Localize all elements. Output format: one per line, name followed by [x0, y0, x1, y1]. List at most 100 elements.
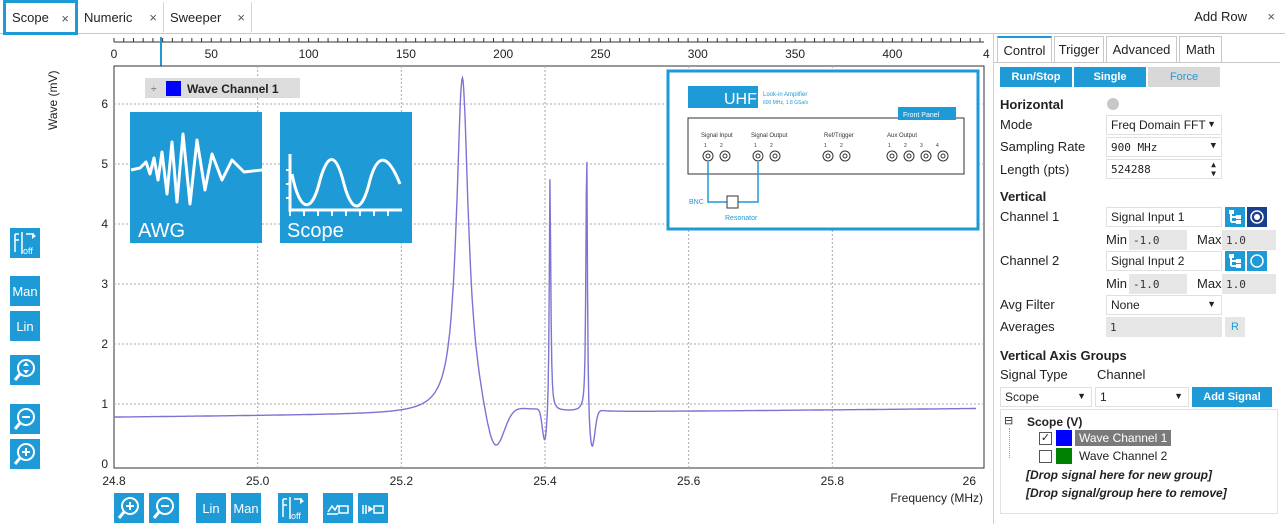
ruler-tick-label: 150	[396, 47, 416, 61]
svg-text:3: 3	[920, 143, 923, 149]
averages-label: Averages	[1000, 319, 1055, 334]
length-value: 524288	[1111, 162, 1151, 176]
lin-scale-button[interactable]: Lin	[10, 311, 40, 341]
ruler-tick-label: 350	[785, 47, 805, 61]
chevron-down-icon: ▼	[1207, 119, 1216, 129]
x-lin-scale-button[interactable]: Lin	[196, 493, 226, 523]
drop-new-group-target[interactable]: [Drop signal here for new group]	[1026, 468, 1212, 482]
avg-filter-select[interactable]: None ▼	[1106, 295, 1222, 315]
wave-channel-2-checkbox[interactable]	[1039, 450, 1052, 463]
channel-label: Channel	[1097, 367, 1146, 382]
tab-trigger[interactable]: Trigger	[1054, 36, 1104, 62]
tree-group-scope[interactable]: Scope (V)	[1027, 415, 1082, 429]
chevron-down-icon: ▼	[1077, 391, 1086, 401]
legend[interactable]: ÷ Wave Channel 1	[145, 78, 300, 98]
channel-1-tree-button[interactable]	[1225, 207, 1245, 227]
channel-2-tree-button[interactable]	[1225, 251, 1245, 271]
length-stepper[interactable]: 524288 ▲ ▼	[1106, 159, 1222, 179]
zoom-out-button[interactable]	[10, 404, 40, 434]
averages-field[interactable]: 1	[1106, 317, 1222, 337]
man-label: Man	[233, 500, 259, 516]
resonator-box	[726, 195, 739, 209]
export-plot-button[interactable]	[323, 493, 353, 523]
mode-label: Mode	[1000, 117, 1033, 132]
tab-advanced-label: Advanced	[1112, 42, 1171, 57]
y-tick-label: 1	[101, 397, 108, 411]
length-label: Length (pts)	[1000, 162, 1070, 177]
channel-2-value: Signal Input 2	[1111, 254, 1185, 268]
tab-math-label: Math	[1186, 42, 1215, 57]
tab-control[interactable]: Control	[997, 36, 1052, 62]
tab-numeric[interactable]: Numeric ×	[78, 2, 164, 32]
tab-scope[interactable]: Scope ×	[3, 0, 78, 35]
sample-ruler: 0 50 100 150 200 250 300 350 400 45	[111, 38, 990, 61]
radio-on-icon	[1250, 210, 1264, 224]
channel-select[interactable]: 1 ▼	[1095, 387, 1189, 407]
trigger-off-button[interactable]: off	[10, 228, 40, 258]
x-tick-label: 25.8	[821, 474, 845, 488]
averages-reset-button[interactable]: R	[1225, 317, 1245, 337]
tree-item-wave-channel-1[interactable]: Wave Channel 1	[1075, 430, 1172, 446]
svg-text:1: 1	[704, 143, 707, 149]
channel-2-min-field[interactable]: -1.0	[1129, 274, 1187, 294]
channel-2-select[interactable]: Signal Input 2	[1106, 251, 1222, 271]
wave-channel-1-checkbox[interactable]: ✓	[1039, 432, 1052, 445]
channel-2-max-field[interactable]: 1.0	[1222, 274, 1276, 294]
export-data-button[interactable]	[358, 493, 388, 523]
tree-item-wave-channel-2[interactable]: Wave Channel 2	[1079, 449, 1167, 463]
channel-2-enable-radio[interactable]	[1247, 251, 1267, 271]
x-tick-label: 25.2	[390, 474, 414, 488]
x-tick-label: 25.0	[246, 474, 270, 488]
x-zoom-out-button[interactable]	[149, 493, 179, 523]
avg-filter-value: None	[1111, 298, 1140, 312]
single-button[interactable]: Single	[1074, 67, 1146, 87]
force-button[interactable]: Force	[1148, 67, 1220, 87]
run-stop-button[interactable]: Run/Stop	[1000, 67, 1072, 87]
wave-channel-2-color	[1056, 448, 1072, 464]
ruler-tick-label: 50	[205, 47, 219, 61]
mode-select[interactable]: Freq Domain FFT ▼	[1106, 115, 1222, 135]
zoom-fit-icon	[13, 359, 35, 381]
scope-plot[interactable]: 05010015020025030035040045 0123456 24.82…	[0, 34, 990, 528]
add-signal-button[interactable]: Add Signal	[1192, 387, 1272, 407]
close-icon[interactable]: ×	[149, 10, 157, 25]
avg-filter-label: Avg Filter	[1000, 297, 1055, 312]
resonator-label: Resonator	[725, 215, 758, 222]
close-icon[interactable]: ×	[237, 10, 245, 25]
tab-sweeper[interactable]: Sweeper ×	[164, 2, 252, 32]
channel-1-min-field[interactable]: -1.0	[1129, 230, 1187, 250]
sampling-rate-select[interactable]: 900 MHz ▼	[1106, 137, 1222, 157]
run-stop-label: Run/Stop	[1011, 71, 1061, 83]
channel-1-value: Signal Input 1	[1111, 210, 1185, 224]
add-row-button[interactable]: Add Row	[1194, 9, 1247, 24]
force-label: Force	[1169, 71, 1199, 83]
man-scale-button[interactable]: Man	[10, 276, 40, 306]
status-led	[1107, 98, 1119, 110]
ruler-tick-label: 45	[983, 47, 990, 61]
channel-1-select[interactable]: Signal Input 1	[1106, 207, 1222, 227]
awg-tile: AWG	[130, 112, 263, 243]
drop-remove-target[interactable]: [Drop signal/group here to remove]	[1026, 486, 1227, 500]
tab-advanced[interactable]: Advanced	[1106, 36, 1177, 62]
signal-type-value: Scope	[1005, 390, 1040, 404]
channel-1-enable-radio[interactable]	[1247, 207, 1267, 227]
svg-text:1: 1	[754, 143, 757, 149]
tab-math[interactable]: Math	[1179, 36, 1222, 62]
ruler-tick-label: 400	[882, 47, 902, 61]
close-icon[interactable]: ×	[1267, 9, 1275, 24]
min-label: Min	[1106, 276, 1127, 291]
signal-type-select[interactable]: Scope ▼	[1000, 387, 1092, 407]
svg-text:÷: ÷	[151, 84, 157, 95]
channel-1-max-field[interactable]: 1.0	[1222, 230, 1276, 250]
horizontal-header: Horizontal	[1000, 97, 1064, 112]
close-icon[interactable]: ×	[61, 11, 69, 26]
sampling-rate-value: 900 MHz	[1111, 140, 1158, 154]
x-grid-off-button[interactable]: off	[278, 493, 308, 523]
zoom-in-button[interactable]	[10, 439, 40, 469]
aux-output-label: Aux Output	[887, 133, 917, 139]
collapse-icon[interactable]: ⊟	[1004, 414, 1013, 427]
zoom-fit-button[interactable]	[10, 355, 40, 385]
front-panel-label: Front Panel	[903, 112, 940, 119]
x-man-scale-button[interactable]: Man	[231, 493, 261, 523]
x-zoom-in-button[interactable]	[114, 493, 144, 523]
